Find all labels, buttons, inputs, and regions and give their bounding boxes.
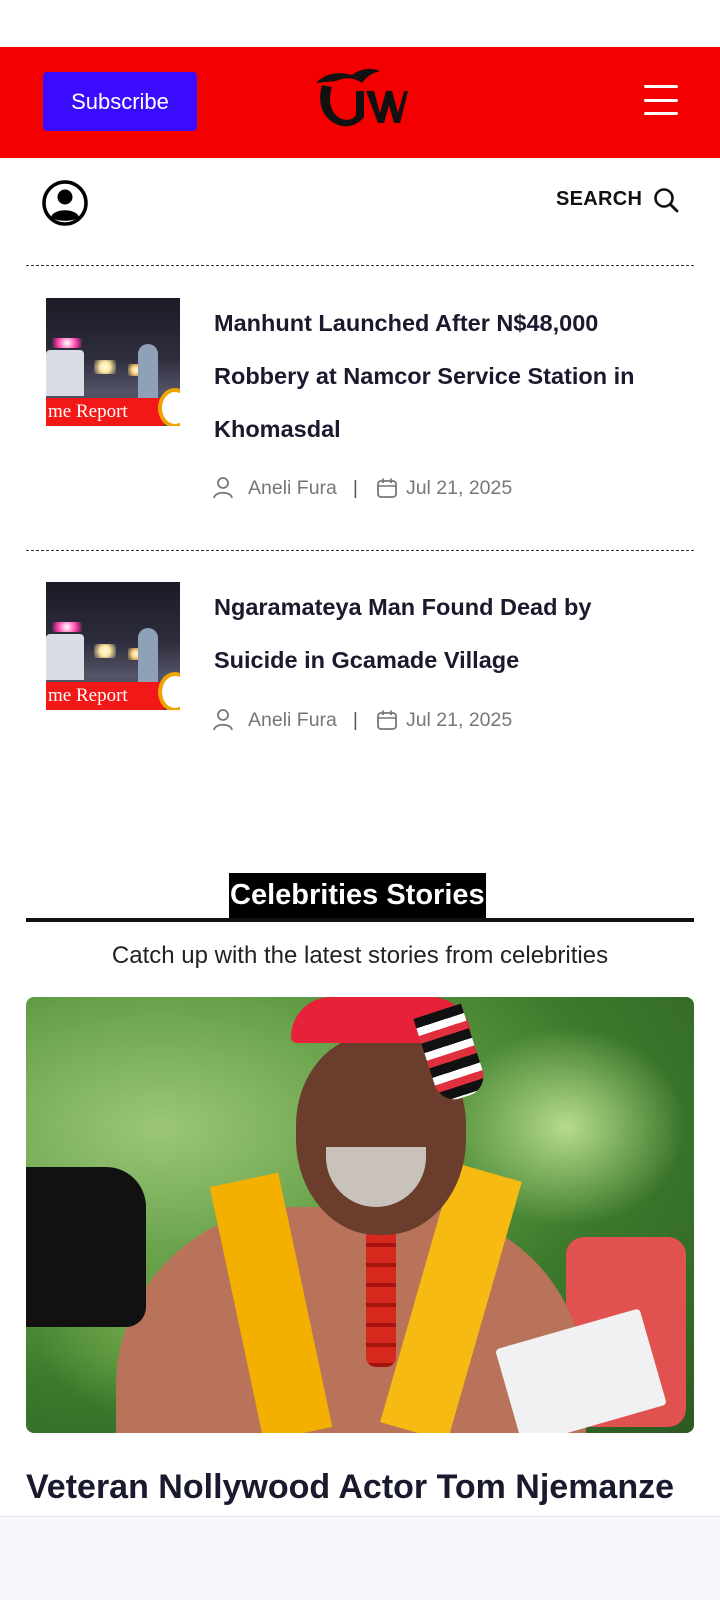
site-logo[interactable] <box>308 65 408 135</box>
subscribe-button[interactable]: Subscribe <box>43 72 197 131</box>
bottom-bar <box>0 1516 720 1600</box>
author-name[interactable]: Aneli Fura <box>248 709 337 732</box>
article-meta: Aneli Fura | Jul 21, 2025 <box>212 707 512 733</box>
menu-icon[interactable] <box>644 85 678 115</box>
article-thumbnail[interactable]: me Report <box>46 298 180 432</box>
site-header: Subscribe <box>0 47 720 158</box>
article-meta: Aneli Fura | Jul 21, 2025 <box>212 475 512 501</box>
user-account-icon[interactable] <box>42 180 88 226</box>
thumbnail-caption: me Report <box>46 398 164 426</box>
article-title[interactable]: Manhunt Launched After N$48,000 Robbery … <box>214 297 674 456</box>
status-area <box>0 0 720 47</box>
author-icon <box>213 709 233 731</box>
search-label[interactable]: SEARCH <box>556 188 642 211</box>
section-heading: Celebrities Stories <box>229 873 486 919</box>
utility-bar: SEARCH <box>0 158 720 248</box>
meta-separator: | <box>352 708 358 731</box>
section-subtitle: Catch up with the latest stories from ce… <box>111 942 609 969</box>
article-title[interactable]: Ngaramateya Man Found Dead by Suicide in… <box>214 581 674 687</box>
article-date: Jul 21, 2025 <box>405 476 513 499</box>
meta-separator: | <box>352 476 358 499</box>
article-date: Jul 21, 2025 <box>405 708 513 731</box>
calendar-icon <box>377 710 397 730</box>
section-rule <box>26 918 694 922</box>
featured-story-title[interactable]: Veteran Nollywood Actor Tom Njemanze <box>26 1468 706 1507</box>
divider <box>26 265 694 266</box>
author-name[interactable]: Aneli Fura <box>248 477 337 500</box>
featured-story-image[interactable] <box>26 997 694 1433</box>
author-icon <box>213 477 233 499</box>
thumbnail-caption: me Report <box>46 682 164 710</box>
divider <box>26 550 694 551</box>
search-icon[interactable] <box>652 186 680 214</box>
article-thumbnail[interactable]: me Report <box>46 582 180 716</box>
calendar-icon <box>377 478 397 498</box>
